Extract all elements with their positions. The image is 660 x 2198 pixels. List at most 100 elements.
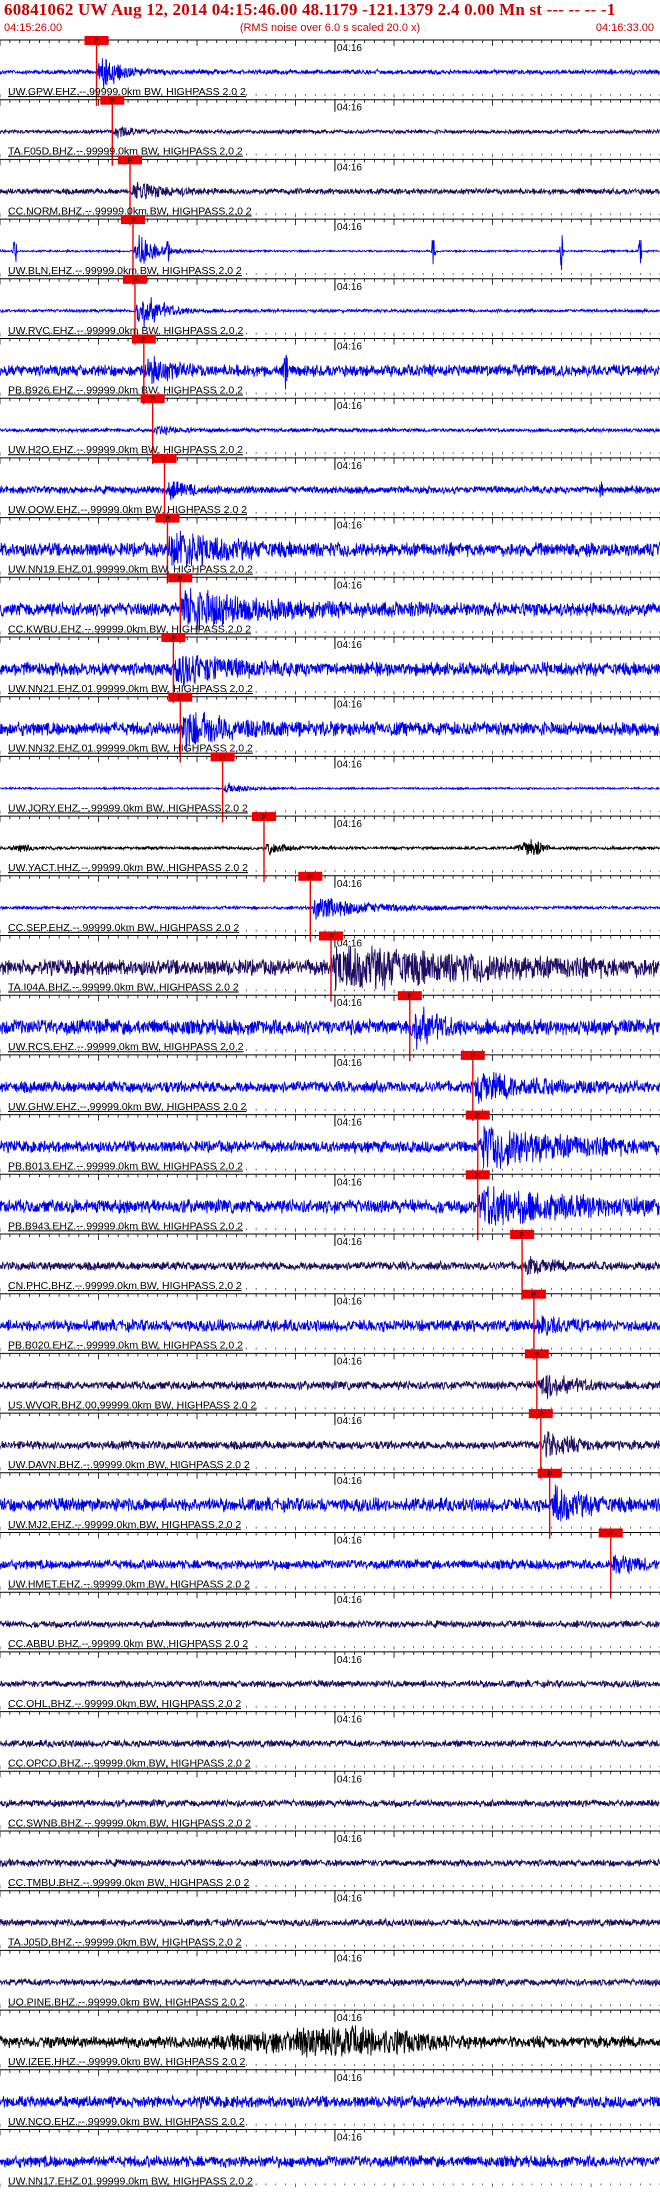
- station-label: UW.JORY.EHZ.--.99999.0km BW, HIGHPASS 2.…: [8, 802, 248, 814]
- mid-time-label: 04:16: [337, 1655, 362, 1666]
- station-label: UW.YACT.HHZ.--.99999.0km BW, HIGHPASS 2.…: [8, 862, 248, 874]
- mid-time-label: 04:16: [337, 580, 362, 591]
- station-label: UW.GHW.EHZ.--.99999.0km BW, HIGHPASS 2.0…: [8, 1101, 247, 1113]
- pick-label: P: [128, 158, 133, 165]
- end-time-label: 04:16:33.00: [595, 22, 654, 34]
- mid-time-label: 04:16: [337, 162, 362, 173]
- waveform-trace: [0, 1619, 660, 1630]
- station-label: PB.B943.EHZ.--.99999.0km BW, HIGHPASS 2.…: [8, 1220, 243, 1232]
- mid-time-label: 04:16: [337, 461, 362, 472]
- mid-time-label: 04:16: [337, 222, 362, 233]
- mid-time-label: 04:16: [337, 1715, 362, 1726]
- mid-time-label: 04:16: [337, 1416, 362, 1427]
- mid-time-label: 04:16: [337, 759, 362, 770]
- station-label: UW.NN19.EHZ.01.99999.0km BW, HIGHPASS 2.…: [8, 564, 253, 576]
- mid-time-label: 04:16: [337, 819, 362, 830]
- pick-label: P: [165, 516, 170, 523]
- plot-header: 60841062 UW Aug 12, 2014 04:15:46.00 48.…: [0, 0, 660, 38]
- station-label: UW.RVC.EHZ.--.99999.0km BW, HIGHPASS 2.0…: [8, 325, 244, 337]
- waveform-trace: [0, 1071, 660, 1104]
- event-title: 60841062 UW Aug 12, 2014 04:15:46.00 48.…: [4, 0, 616, 19]
- mid-time-label: 04:16: [337, 401, 362, 412]
- waveform-trace: [0, 1375, 660, 1400]
- mid-time-label: 04:16: [337, 43, 362, 54]
- waveform-trace: [0, 1678, 660, 1689]
- station-label: CC.KWBU.EHZ.--.99999.0km BW, HIGHPASS 2.…: [8, 623, 251, 635]
- waveform-trace: [0, 1798, 660, 1809]
- pick-label: P: [475, 1173, 480, 1180]
- mid-time-label: 04:16: [337, 1834, 362, 1845]
- mid-time-label: 04:16: [337, 2013, 362, 2024]
- pick-label: P: [178, 576, 183, 583]
- pick-label: P: [171, 636, 176, 643]
- station-label: CC.OPCO.BHZ.--.99999.0km BW, HIGHPASS 2.…: [8, 1758, 251, 1770]
- station-label: CC.ABBU.BHZ.--.99999.0km BW, HIGHPASS 2.…: [8, 1638, 248, 1650]
- station-label: CC.TMBU.BHZ.--.99999.0km BW, HIGHPASS 2.…: [8, 1877, 250, 1889]
- waveform-trace: [0, 425, 660, 436]
- mid-time-label: 04:16: [337, 700, 362, 711]
- station-label: UW.MJ2.EHZ.--.99999.0km BW, HIGHPASS 2.0…: [8, 1519, 241, 1531]
- station-label: CN.PHC.BHZ.--.99999.0km BW, HIGHPASS 2.0…: [8, 1280, 242, 1292]
- pick-label: P: [162, 456, 167, 463]
- waveform-trace: [0, 2025, 660, 2058]
- pick-label: P: [547, 1471, 552, 1478]
- pick-label: P: [178, 695, 183, 702]
- waveform-trace: [0, 1554, 660, 1575]
- station-label: UW.IZEE.HHZ.--.99999.0km BW, HIGHPASS 2.…: [8, 2056, 245, 2068]
- station-label: PB.B013.EHZ.--.99999.0km BW, HIGHPASS 2.…: [8, 1161, 243, 1173]
- pick-label: P: [133, 277, 138, 284]
- mid-time-label: 04:16: [337, 1058, 362, 1069]
- mid-time-label: 04:16: [337, 998, 362, 1009]
- mid-time-label: 04:16: [337, 1774, 362, 1785]
- seismogram-plot: 04:16 P UW.GPW.EHZ.--.99999.0km BW, HIGHPA…: [0, 36, 660, 2188]
- waveform-trace: [0, 1917, 660, 1928]
- mid-time-label: 04:16: [337, 1297, 362, 1308]
- waveform-trace: [0, 1431, 660, 1458]
- pick-label: P: [110, 98, 115, 105]
- pick-label: P: [407, 994, 412, 1001]
- station-label: CC.SEP.EHZ.--.99999.0km BW, HIGHPASS 2.0…: [8, 922, 239, 934]
- waveform-trace: [0, 481, 660, 501]
- station-label: UW.H2O.EHZ.--.99999.0km BW, HIGHPASS 2.0…: [8, 444, 243, 456]
- pick-label: P: [94, 39, 99, 46]
- mid-time-label: 04:16: [337, 1894, 362, 1905]
- station-label: UW.OOW.EHZ.--.99999.0km BW, HIGHPASS 2.0…: [8, 504, 247, 516]
- waveform-trace: [0, 839, 660, 856]
- station-label: UW.HMET.EHZ.--.99999.0km BW, HIGHPASS 2.…: [8, 1579, 250, 1591]
- pick-label: P: [308, 874, 313, 881]
- mid-time-label: 04:16: [337, 1953, 362, 1964]
- waveform-trace: [0, 126, 660, 139]
- station-label: UW.RCS.EHZ.--.99999.0km BW, HIGHPASS 2.0…: [8, 1041, 244, 1053]
- pick-label: P: [262, 815, 267, 822]
- mid-time-label: 04:16: [337, 640, 362, 651]
- mid-time-label: 04:16: [337, 879, 362, 890]
- waveform-trace: [0, 297, 660, 329]
- station-label: CC.SWNB.BHZ.--.99999.0km BW, HIGHPASS 2.…: [8, 1817, 251, 1829]
- waveform-trace: [0, 1484, 660, 1522]
- station-label: PB.B926.EHZ.--.99999.0km BW, HIGHPASS 2.…: [8, 385, 243, 397]
- pick-label: P: [532, 1292, 537, 1299]
- pick-label: P: [470, 1053, 475, 1060]
- waveform-trace: [0, 1977, 660, 1988]
- pick-label: P: [329, 934, 334, 941]
- station-label: UW.DAVN.BHZ.--.99999.0km BW, HIGHPASS 2.…: [8, 1459, 250, 1471]
- waveform-trace: [0, 1857, 660, 1869]
- waveform-trace: [0, 181, 660, 200]
- mid-time-label: 04:16: [337, 1237, 362, 1248]
- mid-time-label: 04:16: [337, 342, 362, 353]
- pick-label: P: [141, 337, 146, 344]
- pick-label: P: [538, 1412, 543, 1419]
- station-label: UW.GPW.EHZ.--.99999.0km BW, HIGHPASS 2.0…: [8, 86, 246, 98]
- station-label: TA.I04A.BHZ.--.99999.0km BW, HIGHPASS 2.…: [8, 982, 239, 994]
- station-label: PB.B020.EHZ.--.99999.0km BW, HIGHPASS 2.…: [8, 1340, 243, 1352]
- station-label: UO.PINE.BHZ.--.99999.0km BW, HIGHPASS 2.…: [8, 1996, 245, 2008]
- station-label: CC.OHL.BHZ.--.99999.0km BW, HIGHPASS 2.0…: [8, 1698, 241, 1710]
- waveform-trace: [0, 1738, 660, 1749]
- pick-label: P: [520, 1233, 525, 1240]
- mid-time-label: 04:16: [337, 282, 362, 293]
- station-label: US.WVOR.BHZ.00.99999.0km BW, HIGHPASS 2.…: [8, 1399, 257, 1411]
- mid-time-label: 04:16: [337, 1476, 362, 1487]
- mid-time-label: 04:16: [337, 521, 362, 532]
- mid-time-label: 04:16: [337, 1118, 362, 1129]
- waveform-trace: [0, 530, 660, 568]
